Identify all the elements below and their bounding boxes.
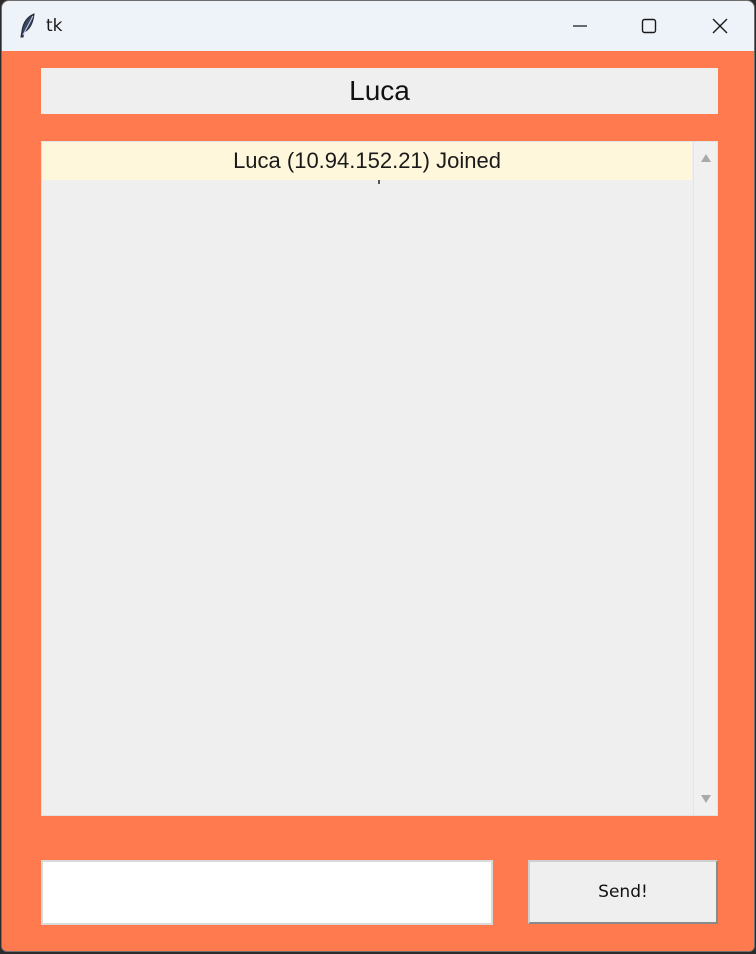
title-bar[interactable]: tk xyxy=(2,1,754,51)
message-input[interactable] xyxy=(41,860,493,925)
maximize-button[interactable] xyxy=(614,1,684,51)
minimize-button[interactable] xyxy=(545,1,615,51)
chat-scrollbar[interactable] xyxy=(693,142,717,815)
window-title: tk xyxy=(46,16,63,36)
close-icon xyxy=(712,18,728,34)
scroll-down-arrow-icon[interactable] xyxy=(700,791,712,809)
app-window: tk Luca Luca (10.94.152.21) Joined Send! xyxy=(1,0,755,952)
send-button[interactable]: Send! xyxy=(528,860,718,924)
close-button[interactable] xyxy=(685,1,754,51)
list-item[interactable]: Luca (10.94.152.21) Joined xyxy=(42,142,692,180)
username-banner: Luca xyxy=(41,68,718,114)
feather-icon xyxy=(18,13,38,39)
maximize-icon xyxy=(641,18,657,34)
chat-message-list[interactable]: Luca (10.94.152.21) Joined xyxy=(41,141,718,816)
main-content: Luca Luca (10.94.152.21) Joined Send! xyxy=(2,51,754,951)
scroll-up-arrow-icon[interactable] xyxy=(700,150,712,168)
minimize-icon xyxy=(573,19,587,33)
list-cursor-mark xyxy=(378,180,380,184)
